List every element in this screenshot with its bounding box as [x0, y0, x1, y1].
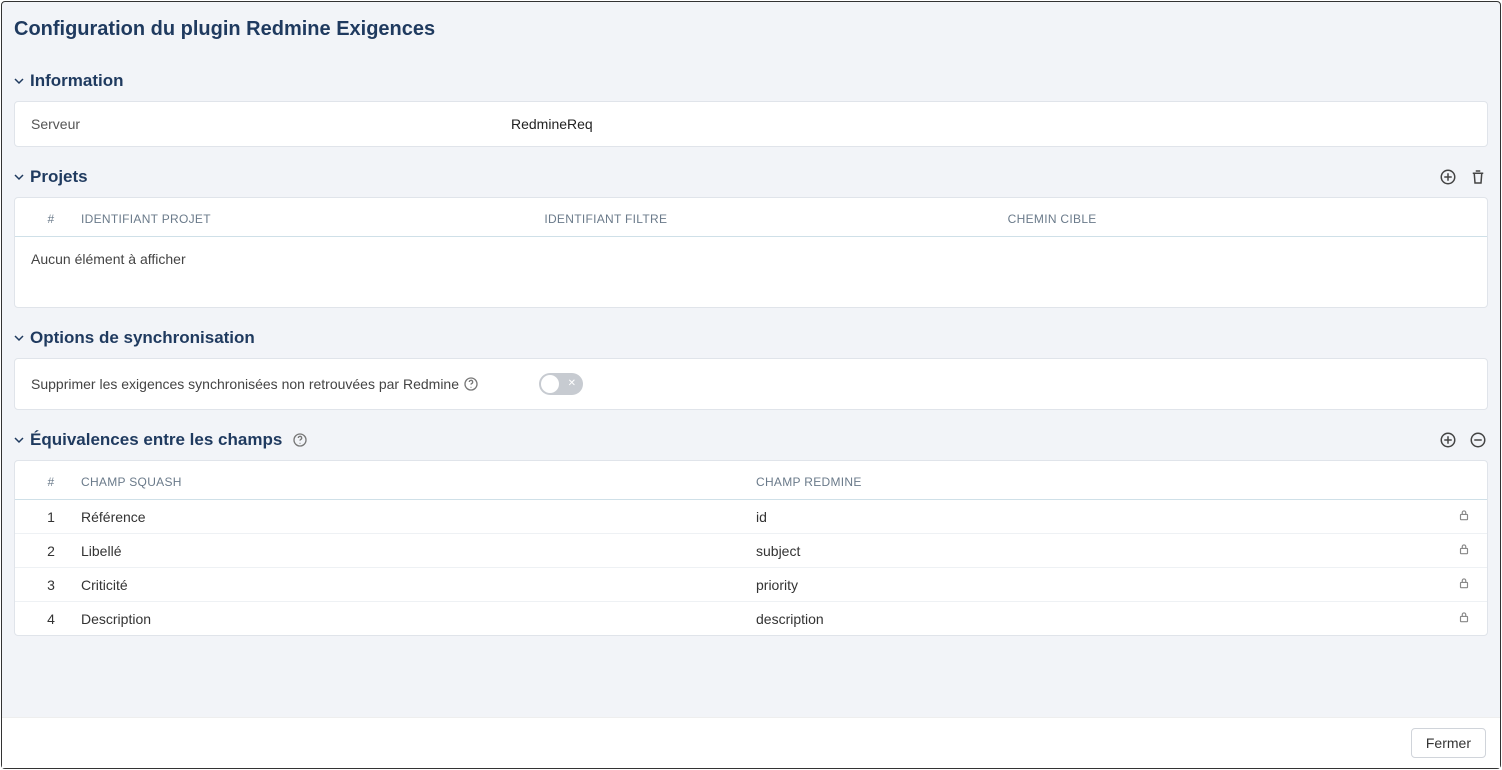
- plugin-config-dialog: Configuration du plugin Redmine Exigence…: [1, 1, 1501, 769]
- chevron-down-icon[interactable]: [14, 435, 24, 445]
- row-num: 4: [31, 611, 71, 627]
- row-num: 3: [31, 577, 71, 593]
- information-panel: Serveur RedmineReq: [14, 101, 1488, 147]
- help-icon[interactable]: [463, 376, 479, 392]
- close-button[interactable]: Fermer: [1411, 728, 1486, 758]
- row-squash-field: Référence: [71, 509, 756, 525]
- projects-table-header: # IDENTIFIANT PROJET IDENTIFIANT FILTRE …: [15, 198, 1487, 237]
- chevron-down-icon[interactable]: [14, 76, 24, 86]
- lock-icon: [1431, 610, 1471, 627]
- section-field-equivalences: Équivalences entre les champs: [14, 430, 1488, 636]
- row-squash-field: Description: [71, 611, 756, 627]
- server-label: Serveur: [31, 116, 511, 132]
- table-row[interactable]: 4Descriptiondescription: [15, 602, 1487, 635]
- field-equivalences-panel: # CHAMP SQUASH CHAMP REDMINE 1Référencei…: [14, 460, 1488, 636]
- dialog-header: Configuration du plugin Redmine Exigence…: [2, 2, 1500, 51]
- dialog-body[interactable]: Information Serveur RedmineReq Projets: [2, 51, 1500, 717]
- row-num: 2: [31, 543, 71, 559]
- col-filter-id: IDENTIFIANT FILTRE: [544, 212, 1007, 226]
- add-field-mapping-button[interactable]: [1438, 430, 1458, 450]
- section-information: Information Serveur RedmineReq: [14, 71, 1488, 147]
- section-title-sync-options: Options de synchronisation: [30, 328, 255, 348]
- col-project-id: IDENTIFIANT PROJET: [71, 212, 544, 226]
- col-num: #: [31, 212, 71, 226]
- dialog-footer: Fermer: [2, 717, 1500, 768]
- row-squash-field: Libellé: [71, 543, 756, 559]
- col-num: #: [31, 475, 71, 489]
- col-redmine-field: CHAMP REDMINE: [756, 475, 1431, 489]
- delete-not-found-label: Supprimer les exigences synchronisées no…: [31, 376, 479, 392]
- row-redmine-field: subject: [756, 543, 1431, 559]
- row-redmine-field: priority: [756, 577, 1431, 593]
- row-num: 1: [31, 509, 71, 525]
- col-squash-field: CHAMP SQUASH: [71, 475, 756, 489]
- projects-panel: # IDENTIFIANT PROJET IDENTIFIANT FILTRE …: [14, 197, 1488, 308]
- delete-not-found-toggle[interactable]: ✕: [539, 373, 583, 395]
- row-redmine-field: id: [756, 509, 1431, 525]
- field-equivalences-body: 1Référenceid2Libellésubject3Criticitépri…: [15, 500, 1487, 635]
- dialog-title: Configuration du plugin Redmine Exigence…: [14, 18, 1488, 41]
- row-squash-field: Criticité: [71, 577, 756, 593]
- section-sync-options: Options de synchronisation Supprimer les…: [14, 328, 1488, 410]
- lock-icon: [1431, 542, 1471, 559]
- section-title-information: Information: [30, 71, 124, 91]
- sync-options-panel: Supprimer les exigences synchronisées no…: [14, 358, 1488, 410]
- projects-empty-message: Aucun élément à afficher: [15, 237, 1487, 307]
- col-target-path: CHEMIN CIBLE: [1008, 212, 1471, 226]
- chevron-down-icon[interactable]: [14, 172, 24, 182]
- lock-icon: [1431, 576, 1471, 593]
- section-title-projects: Projets: [30, 167, 88, 187]
- field-equivalences-header: # CHAMP SQUASH CHAMP REDMINE: [15, 461, 1487, 500]
- section-title-field-equivalences: Équivalences entre les champs: [30, 430, 282, 450]
- add-project-button[interactable]: [1438, 167, 1458, 187]
- table-row[interactable]: 3Criticitépriority: [15, 568, 1487, 602]
- help-icon[interactable]: [292, 432, 308, 448]
- table-row[interactable]: 2Libellésubject: [15, 534, 1487, 568]
- chevron-down-icon[interactable]: [14, 333, 24, 343]
- projects-table: # IDENTIFIANT PROJET IDENTIFIANT FILTRE …: [15, 198, 1487, 307]
- field-equivalences-table: # CHAMP SQUASH CHAMP REDMINE 1Référencei…: [15, 461, 1487, 635]
- row-redmine-field: description: [756, 611, 1431, 627]
- remove-field-mapping-button[interactable]: [1468, 430, 1488, 450]
- server-value[interactable]: RedmineReq: [511, 116, 593, 132]
- table-row[interactable]: 1Référenceid: [15, 500, 1487, 534]
- delete-project-button[interactable]: [1468, 167, 1488, 187]
- section-projects: Projets # IDENTIFIANT PROJET IDEN: [14, 167, 1488, 308]
- lock-icon: [1431, 508, 1471, 525]
- server-row: Serveur RedmineReq: [15, 102, 1487, 146]
